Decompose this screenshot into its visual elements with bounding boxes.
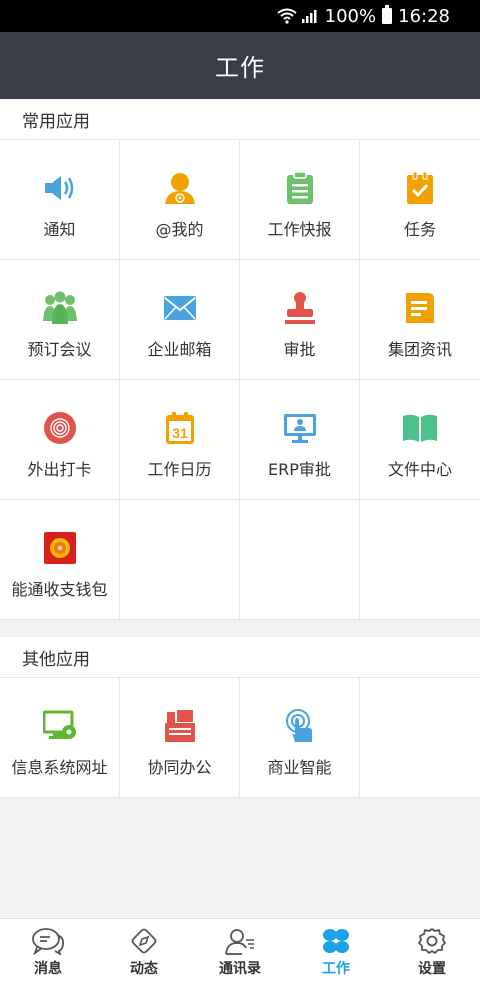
tab-moments[interactable]: 动态 [96, 919, 192, 986]
app-label: 商业智能 [267, 758, 332, 777]
clock: 16:28 [398, 5, 450, 27]
app-label: 工作日历 [147, 460, 212, 479]
empty-cell [360, 500, 480, 620]
app-erp-approval[interactable]: ERP审批 [240, 380, 360, 500]
battery-icon [382, 5, 393, 24]
monitor-gear-icon [42, 708, 78, 744]
app-label: 集团资讯 [387, 340, 452, 359]
app-label: 外出打卡 [27, 460, 92, 479]
app-label: 能通收支钱包 [11, 580, 108, 599]
contacts-icon [225, 929, 254, 955]
navigation-bar: 工作 [0, 32, 480, 99]
tab-settings[interactable]: 设置 [384, 919, 480, 986]
app-label: 工作快报 [267, 220, 332, 239]
app-file-center[interactable]: 文件中心 [360, 380, 480, 500]
tab-label: 消息 [34, 961, 62, 977]
clipboard-icon [282, 170, 318, 206]
status-icons [277, 8, 319, 24]
at-me-icon [162, 170, 198, 206]
app-label: ERP审批 [268, 460, 331, 479]
signal-icon [301, 10, 317, 23]
battery-text: 100% [324, 5, 377, 27]
empty-cell [360, 678, 480, 798]
task-check-icon [402, 170, 438, 206]
app-work-report[interactable]: 工作快报 [240, 140, 360, 260]
section-title-other: 其他应用 [0, 637, 480, 678]
app-task[interactable]: 任务 [360, 140, 480, 260]
compass-icon [131, 928, 157, 954]
app-info-system-urls[interactable]: 信息系统网址 [0, 678, 120, 798]
app-label: 预订会议 [27, 340, 92, 359]
touch-icon [282, 708, 318, 744]
section-title-common: 常用应用 [0, 99, 480, 140]
tab-contacts[interactable]: 通讯录 [192, 919, 288, 986]
app-label: 审批 [283, 340, 316, 359]
fingerprint-icon [42, 410, 78, 446]
wifi-icon [277, 8, 297, 24]
app-group-news[interactable]: 集团资讯 [360, 260, 480, 380]
status-bar: 100% 16:28 [0, 0, 480, 32]
other-apps-grid: 信息系统网址 协同办公 商业智能 [0, 678, 480, 798]
empty-cell [240, 500, 360, 620]
app-at-me[interactable]: @我的 [120, 140, 240, 260]
bottom-tab-bar: 消息 动态 通讯录 工作 设置 [0, 918, 480, 986]
app-notice[interactable]: 通知 [0, 140, 120, 260]
app-book-meeting[interactable]: 预订会议 [0, 260, 120, 380]
printer-icon [162, 708, 198, 744]
app-approval[interactable]: 审批 [240, 260, 360, 380]
page-title: 工作 [215, 54, 265, 82]
speaker-icon [42, 170, 78, 206]
empty-cell [120, 500, 240, 620]
wallet-icon [42, 530, 78, 566]
common-apps-section: 常用应用 通知 @我的 工作快报 任务 预订会议 企业邮箱 审批 集团资讯 外出… [0, 99, 480, 620]
settings-icon [418, 928, 446, 954]
app-label: 企业邮箱 [147, 340, 212, 359]
tab-label: 通讯录 [219, 961, 261, 977]
news-icon [402, 290, 438, 326]
stamp-icon [282, 290, 318, 326]
app-wallet[interactable]: 能通收支钱包 [0, 500, 120, 620]
erp-monitor-icon [282, 410, 318, 446]
meeting-people-icon [42, 290, 78, 326]
calendar-day: 31 [172, 425, 188, 441]
book-icon [402, 410, 438, 446]
app-enterprise-mail[interactable]: 企业邮箱 [120, 260, 240, 380]
clover-icon [323, 929, 349, 953]
app-label: @我的 [155, 220, 204, 239]
app-label: 文件中心 [387, 460, 452, 479]
tab-label: 设置 [418, 961, 446, 977]
app-label: 信息系统网址 [11, 758, 108, 777]
app-label: 协同办公 [147, 758, 212, 777]
tab-work[interactable]: 工作 [288, 919, 384, 986]
app-clock-in[interactable]: 外出打卡 [0, 380, 120, 500]
app-label: 通知 [43, 220, 76, 239]
app-label: 任务 [403, 220, 436, 239]
app-business-intelligence[interactable]: 商业智能 [240, 678, 360, 798]
mail-icon [162, 290, 198, 326]
tab-label: 动态 [130, 961, 158, 977]
common-apps-grid: 通知 @我的 工作快报 任务 预订会议 企业邮箱 审批 集团资讯 外出打卡 31… [0, 140, 480, 620]
app-collaborative-office[interactable]: 协同办公 [120, 678, 240, 798]
other-apps-section: 其他应用 信息系统网址 协同办公 商业智能 [0, 637, 480, 798]
app-work-calendar[interactable]: 31 工作日历 [120, 380, 240, 500]
tab-messages[interactable]: 消息 [0, 919, 96, 986]
tab-label: 工作 [322, 961, 350, 977]
chat-icon [32, 928, 65, 955]
calendar-icon: 31 [162, 410, 198, 446]
